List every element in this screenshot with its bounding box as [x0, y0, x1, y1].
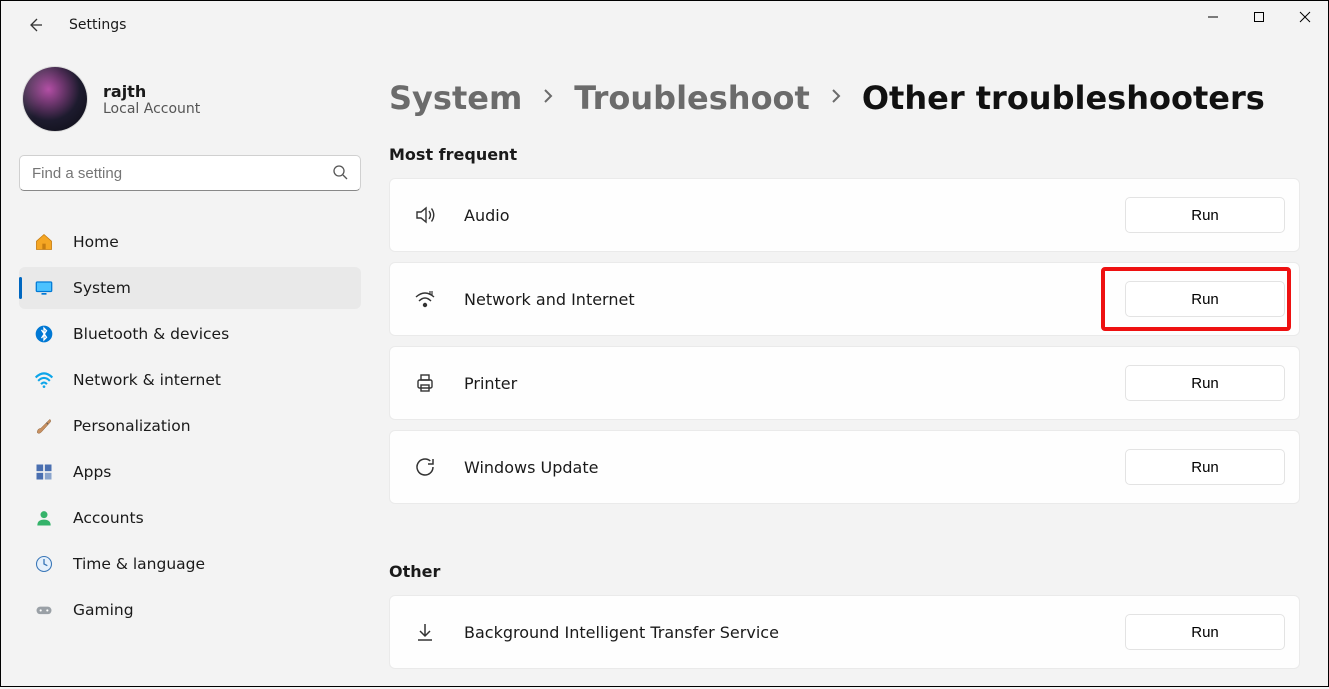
accounts-icon	[33, 507, 55, 529]
sidebar-item-label: Time & language	[73, 555, 205, 573]
troubleshooter-row-bits: Background Intelligent Transfer Service …	[389, 595, 1300, 669]
sidebar-item-label: Apps	[73, 463, 111, 481]
network-icon	[412, 286, 438, 312]
profile-name: rajth	[103, 82, 200, 101]
main-content: System Troubleshoot Other troubleshooter…	[371, 49, 1328, 686]
troubleshooter-label: Background Intelligent Transfer Service	[464, 623, 779, 642]
update-icon	[412, 454, 438, 480]
minimize-button[interactable]	[1190, 1, 1236, 33]
run-button-audio[interactable]: Run	[1125, 197, 1285, 233]
audio-icon	[412, 202, 438, 228]
profile-subtitle: Local Account	[103, 101, 200, 117]
apps-icon	[33, 461, 55, 483]
run-button-network[interactable]: Run	[1125, 281, 1285, 317]
system-icon	[33, 277, 55, 299]
section-other-title: Other	[389, 562, 1300, 581]
back-button[interactable]	[25, 15, 45, 35]
sidebar-item-accounts[interactable]: Accounts	[19, 497, 361, 539]
titlebar: Settings	[1, 1, 1328, 49]
close-button[interactable]	[1282, 1, 1328, 33]
sidebar-item-label: Home	[73, 233, 119, 251]
download-icon	[412, 619, 438, 645]
run-button-printer[interactable]: Run	[1125, 365, 1285, 401]
search-icon	[332, 164, 350, 182]
sidebar: rajth Local Account Home	[1, 49, 371, 686]
sidebar-item-network[interactable]: Network & internet	[19, 359, 361, 401]
troubleshooter-label: Windows Update	[464, 458, 598, 477]
sidebar-item-label: Bluetooth & devices	[73, 325, 229, 343]
troubleshooter-label: Network and Internet	[464, 290, 635, 309]
breadcrumb-troubleshoot[interactable]: Troubleshoot	[574, 79, 810, 117]
breadcrumb-system[interactable]: System	[389, 79, 522, 117]
troubleshooter-row-printer: Printer Run	[389, 346, 1300, 420]
sidebar-item-label: Gaming	[73, 601, 134, 619]
avatar	[23, 67, 87, 131]
printer-icon	[412, 370, 438, 396]
sidebar-item-gaming[interactable]: Gaming	[19, 589, 361, 631]
breadcrumb-current: Other troubleshooters	[862, 79, 1265, 117]
sidebar-item-label: Network & internet	[73, 371, 221, 389]
troubleshooter-label: Audio	[464, 206, 509, 225]
sidebar-item-label: Accounts	[73, 509, 144, 527]
wifi-icon	[33, 369, 55, 391]
maximize-button[interactable]	[1236, 1, 1282, 33]
sidebar-item-label: System	[73, 279, 131, 297]
run-button-windows-update[interactable]: Run	[1125, 449, 1285, 485]
bluetooth-icon	[33, 323, 55, 345]
clock-globe-icon	[33, 553, 55, 575]
sidebar-item-label: Personalization	[73, 417, 191, 435]
sidebar-item-bluetooth[interactable]: Bluetooth & devices	[19, 313, 361, 355]
sidebar-item-system[interactable]: System	[19, 267, 361, 309]
sidebar-item-personalization[interactable]: Personalization	[19, 405, 361, 447]
window-controls	[1190, 1, 1328, 33]
gaming-icon	[33, 599, 55, 621]
search-box[interactable]	[19, 155, 361, 191]
profile-block[interactable]: rajth Local Account	[23, 67, 361, 131]
troubleshooter-row-network: Network and Internet Run	[389, 262, 1300, 336]
breadcrumb: System Troubleshoot Other troubleshooter…	[389, 79, 1300, 117]
chevron-right-icon	[540, 88, 556, 108]
search-input[interactable]	[32, 165, 332, 182]
troubleshooter-row-audio: Audio Run	[389, 178, 1300, 252]
section-most-frequent-title: Most frequent	[389, 145, 1300, 164]
app-title: Settings	[69, 17, 126, 33]
brush-icon	[33, 415, 55, 437]
sidebar-item-apps[interactable]: Apps	[19, 451, 361, 493]
troubleshooter-label: Printer	[464, 374, 517, 393]
troubleshooter-row-windows-update: Windows Update Run	[389, 430, 1300, 504]
sidebar-item-home[interactable]: Home	[19, 221, 361, 263]
sidebar-item-time-language[interactable]: Time & language	[19, 543, 361, 585]
chevron-right-icon	[828, 88, 844, 108]
run-button-bits[interactable]: Run	[1125, 614, 1285, 650]
home-icon	[33, 231, 55, 253]
